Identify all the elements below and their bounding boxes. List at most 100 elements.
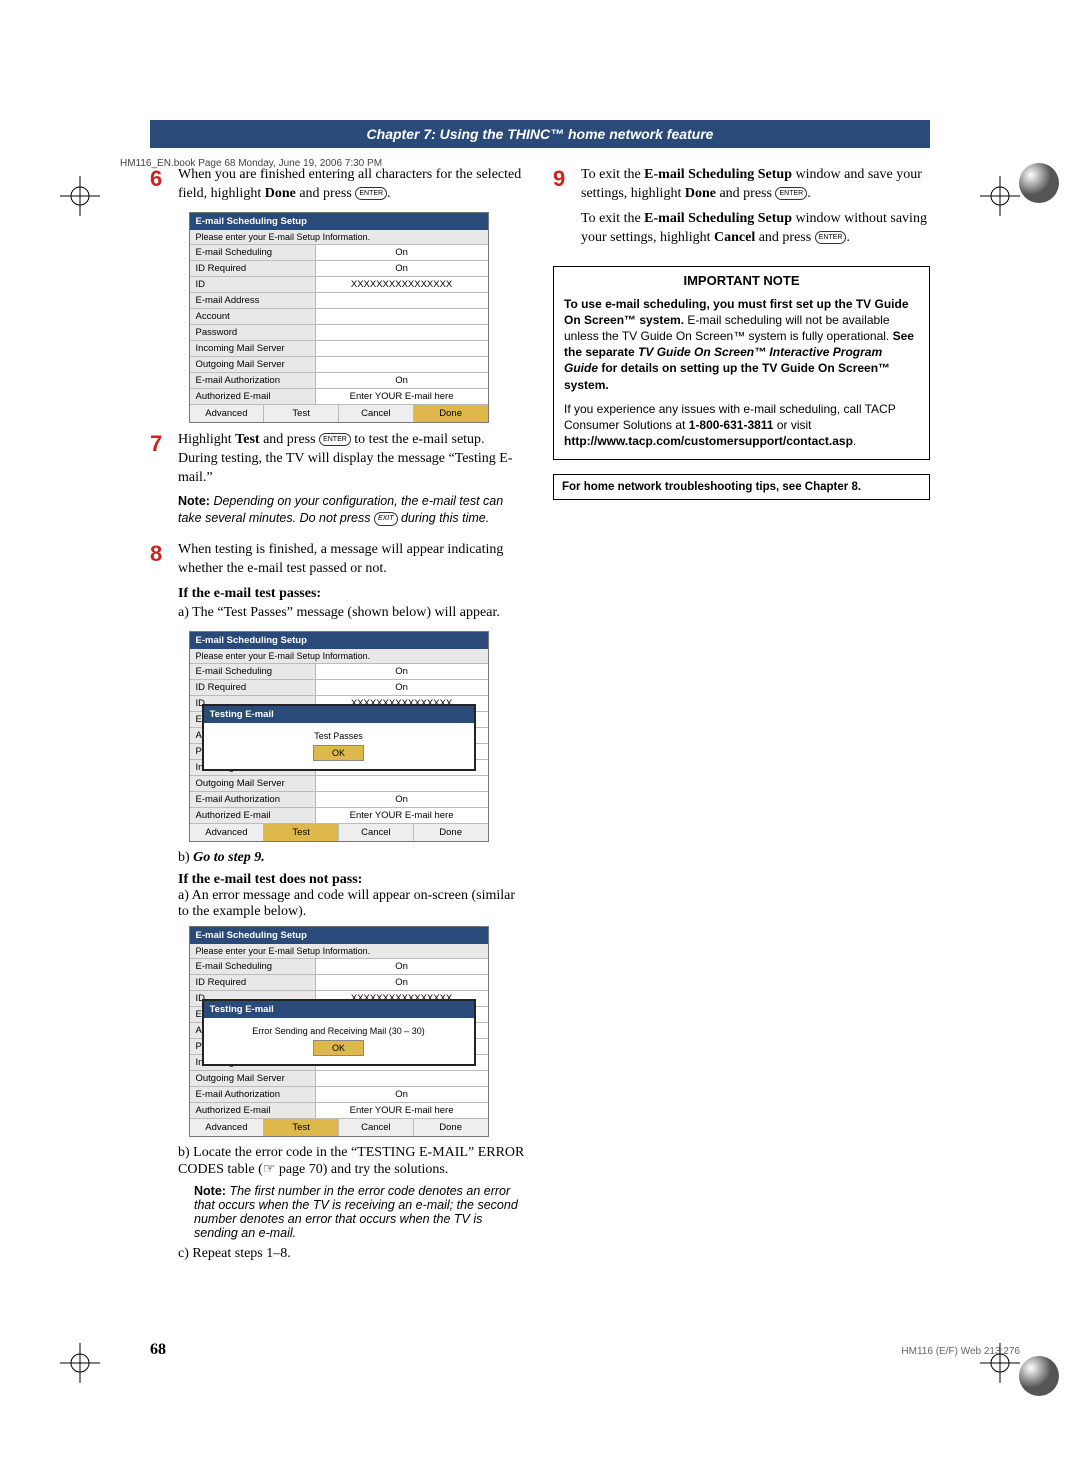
footer-code: HM116 (E/F) Web 213:276 — [901, 1346, 1020, 1357]
overlay-ok-button[interactable]: OK — [313, 1040, 364, 1056]
step-body: When you are finished entering all chara… — [178, 166, 527, 204]
setup-row: E-mail AuthorizationOn — [190, 372, 488, 388]
crop-mark — [980, 176, 1020, 216]
text: to test the e-mail setup. — [351, 432, 485, 447]
setup-test-button[interactable]: Test — [263, 1119, 338, 1136]
setup-cancel-button[interactable]: Cancel — [338, 405, 413, 422]
setup-row: E-mail SchedulingOn — [190, 244, 488, 260]
corner-sphere-icon — [1016, 1353, 1062, 1399]
setup-advanced-button[interactable]: Advanced — [190, 405, 264, 422]
setup-field-value — [315, 776, 488, 791]
text: During testing, the TV will display the … — [178, 450, 527, 488]
setup-cancel-button[interactable]: Cancel — [338, 824, 413, 841]
enter-icon: ENTER — [355, 187, 387, 200]
note: Note: The first number in the error code… — [194, 1184, 527, 1240]
setup-done-button[interactable]: Done — [413, 824, 488, 841]
overlay-title: Testing E-mail — [204, 706, 474, 723]
setup-cancel-button[interactable]: Cancel — [338, 1119, 413, 1136]
setup-field-label: ID Required — [190, 680, 315, 695]
text: for details on setting up the TV Guide O… — [564, 361, 890, 391]
setup-field-label: E-mail Scheduling — [190, 245, 315, 260]
setup-field-label: E-mail Authorization — [190, 1087, 315, 1102]
test-label: Test — [235, 432, 259, 447]
step-6: 6 When you are finished entering all cha… — [150, 166, 527, 204]
setup-field-value: On — [315, 959, 488, 974]
setup-row: ID RequiredOn — [190, 679, 488, 695]
step-number: 6 — [150, 166, 168, 204]
setup-title: E-mail Scheduling Setup — [190, 632, 488, 649]
setup-field-label: ID — [190, 277, 315, 292]
text: a) The “Test Passes” message (shown belo… — [178, 604, 527, 623]
corner-sphere-icon — [1016, 160, 1062, 206]
setup-test-button[interactable]: Test — [263, 824, 338, 841]
setup-row: Authorized E-mailEnter YOUR E-mail here — [190, 388, 488, 404]
text: . — [387, 186, 391, 201]
running-header: HM116_EN.book Page 68 Monday, June 19, 2… — [120, 158, 382, 169]
url: http://www.tacp.com/customersupport/cont… — [564, 434, 853, 448]
important-note-box: IMPORTANT NOTE To use e-mail scheduling,… — [553, 266, 930, 461]
setup-row: E-mail AuthorizationOn — [190, 1086, 488, 1102]
email-setup-box-fail: E-mail Scheduling SetupPlease enter your… — [189, 926, 489, 1137]
overlay-title: Testing E-mail — [204, 1001, 474, 1018]
text: or visit — [773, 418, 811, 432]
setup-field-value — [315, 1071, 488, 1086]
pass-heading: If the e-mail test passes: — [178, 585, 527, 604]
setup-row: E-mail AuthorizationOn — [190, 791, 488, 807]
overlay-ok-button[interactable]: OK — [313, 745, 364, 761]
setup-field-label: Authorized E-mail — [190, 1103, 315, 1118]
bold: E-mail Scheduling Setup — [644, 167, 792, 182]
text: . — [853, 434, 856, 448]
setup-field-label: Account — [190, 309, 315, 324]
text: When testing is finished, a message will… — [178, 542, 503, 576]
fail-heading: If the e-mail test does not pass: — [178, 872, 527, 888]
setup-row: Account — [190, 308, 488, 324]
setup-field-label: Outgoing Mail Server — [190, 776, 315, 791]
setup-field-value — [315, 309, 488, 324]
setup-description: Please enter your E-mail Setup Informati… — [190, 649, 488, 663]
step-9: 9 To exit the E-mail Scheduling Setup wi… — [553, 166, 930, 248]
note-text: during this time. — [398, 511, 490, 525]
step-7: 7 Highlight Test and press ENTER to test… — [150, 431, 527, 533]
setup-done-button[interactable]: Done — [413, 405, 488, 422]
enter-icon: ENTER — [775, 187, 807, 200]
setup-test-button[interactable]: Test — [263, 405, 338, 422]
setup-row: IDXXXXXXXXXXXXXXXX — [190, 276, 488, 292]
email-setup-box: E-mail Scheduling SetupPlease enter your… — [189, 212, 489, 423]
done-label: Done — [265, 186, 296, 201]
setup-row: Incoming Mail Server — [190, 340, 488, 356]
setup-field-label: ID Required — [190, 975, 315, 990]
note: Note: Depending on your configuration, t… — [178, 493, 527, 527]
setup-field-value: On — [315, 664, 488, 679]
setup-row: ID RequiredOn — [190, 974, 488, 990]
text: and press — [716, 186, 776, 201]
setup-field-label: E-mail Authorization — [190, 373, 315, 388]
setup-advanced-button[interactable]: Advanced — [190, 1119, 264, 1136]
setup-field-label: Authorized E-mail — [190, 389, 315, 404]
setup-field-value: Enter YOUR E-mail here — [315, 389, 488, 404]
setup-field-value: On — [315, 245, 488, 260]
text: c) Repeat steps 1–8. — [178, 1246, 527, 1262]
setup-row: E-mail SchedulingOn — [190, 663, 488, 679]
setup-done-button[interactable]: Done — [413, 1119, 488, 1136]
text: and press — [296, 186, 356, 201]
text: b) Locate the error code in the “TESTING… — [178, 1145, 527, 1178]
right-column: 9 To exit the E-mail Scheduling Setup wi… — [553, 166, 930, 1262]
text: To exit the — [581, 167, 644, 182]
setup-field-value: On — [315, 975, 488, 990]
setup-field-value: On — [315, 261, 488, 276]
testing-overlay: Testing E-mail Test Passes OK — [202, 704, 476, 771]
setup-title: E-mail Scheduling Setup — [190, 927, 488, 944]
setup-row: Authorized E-mailEnter YOUR E-mail here — [190, 1102, 488, 1118]
setup-row: E-mail SchedulingOn — [190, 958, 488, 974]
text: To exit the — [581, 211, 644, 226]
setup-field-label: E-mail Scheduling — [190, 959, 315, 974]
text: . — [846, 230, 850, 245]
text: b) — [178, 850, 190, 865]
page-number: 68 — [150, 1341, 166, 1359]
setup-field-label: Outgoing Mail Server — [190, 357, 315, 372]
setup-advanced-button[interactable]: Advanced — [190, 824, 264, 841]
setup-field-value: On — [315, 1087, 488, 1102]
setup-field-value: Enter YOUR E-mail here — [315, 808, 488, 823]
setup-field-label: E-mail Authorization — [190, 792, 315, 807]
setup-field-value — [315, 341, 488, 356]
